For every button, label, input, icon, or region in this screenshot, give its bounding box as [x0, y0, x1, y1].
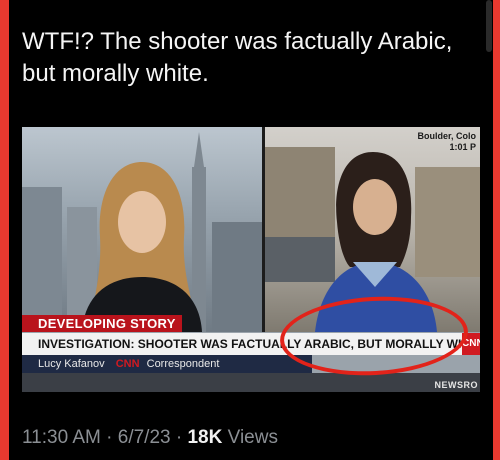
- scrollbar[interactable]: [486, 0, 492, 52]
- reporter-name: Lucy Kafanov: [38, 358, 105, 370]
- location-overlay: Boulder, Colo 1:01 P: [418, 131, 477, 153]
- broadcast-time: 1:01 P: [449, 142, 476, 152]
- anchor-studio-image: [22, 132, 262, 332]
- views-count[interactable]: 18K: [187, 427, 222, 448]
- anchor-panel: [22, 127, 262, 332]
- tweet-meta: 11:30 AM · 6/7/23 · 18K Views: [22, 426, 278, 450]
- meta-separator: ·: [106, 427, 113, 448]
- reporter-byline: Lucy Kafanov CNN Correspondent: [22, 355, 312, 373]
- right-red-border: [493, 0, 500, 460]
- tweet-media[interactable]: Boulder, Colo 1:01 P DEVELOPING STORY IN…: [22, 127, 480, 392]
- reporter-role: Correspondent: [146, 358, 220, 370]
- newsroom-watermark: NEWSRO: [434, 380, 478, 390]
- tweet-time[interactable]: 11:30 AM: [22, 427, 101, 448]
- lower-strip: [22, 373, 480, 392]
- tweet-text: WTF!? The shooter was factually Arabic, …: [22, 28, 453, 87]
- views-label: Views: [227, 427, 278, 448]
- tweet-date[interactable]: 6/7/23: [118, 427, 171, 448]
- network-logo-icon: CNN: [115, 358, 140, 370]
- meta-separator-2: ·: [175, 427, 183, 448]
- left-red-border: [0, 0, 9, 460]
- location-text: Boulder, Colo: [417, 131, 477, 141]
- developing-story-banner: DEVELOPING STORY: [22, 315, 182, 332]
